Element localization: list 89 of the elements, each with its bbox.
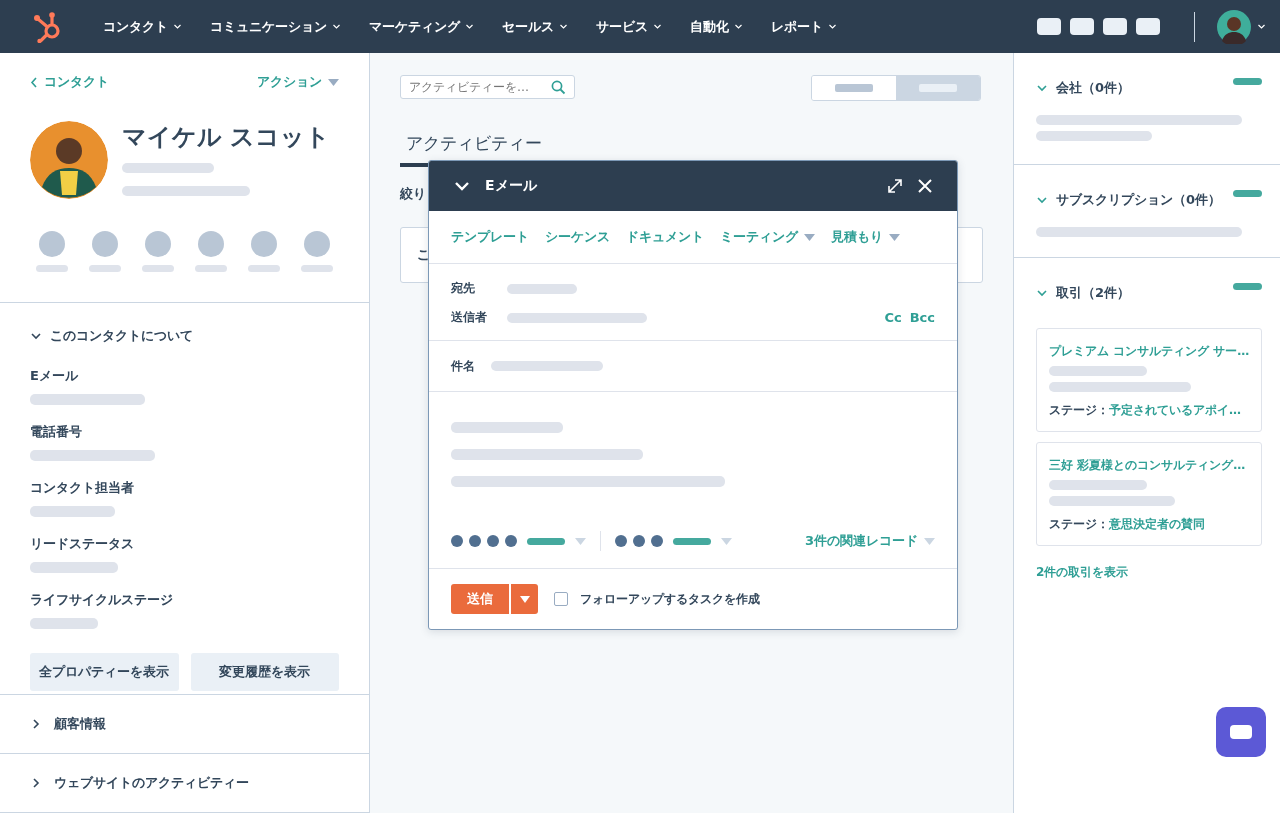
view-button[interactable]: 全プロパティーを表示 — [30, 653, 179, 691]
chevron-down-icon — [653, 22, 662, 31]
chat-button[interactable] — [1216, 707, 1266, 757]
chevron-down-icon — [559, 22, 568, 31]
section-toggle[interactable]: 会社（0件） — [1036, 79, 1131, 97]
caret-icon — [889, 233, 900, 241]
view-toggle[interactable] — [812, 76, 896, 100]
skeleton-line — [36, 265, 68, 272]
nav-menu-item[interactable]: コンタクト — [92, 17, 193, 36]
expand-icon[interactable] — [887, 178, 903, 194]
chevron-down-icon — [734, 22, 743, 31]
to-label: 宛先 — [451, 280, 476, 297]
caret-icon — [575, 537, 586, 545]
chevron-down-icon — [1036, 82, 1048, 94]
action-circle-icon[interactable] — [39, 231, 65, 257]
toolbar-icon[interactable] — [1103, 18, 1127, 35]
action-circle-icon[interactable] — [145, 231, 171, 257]
nav-menu-item[interactable]: コミュニケーション — [199, 17, 352, 36]
close-icon[interactable] — [917, 178, 933, 194]
add-pill[interactable] — [1233, 282, 1262, 290]
chevron-down-icon — [332, 22, 341, 31]
property-label: リードステータス — [30, 535, 135, 553]
chevron-down-icon — [30, 330, 42, 342]
checkbox-label: フォローアップするタスクを作成 — [580, 590, 760, 608]
chevron-down-icon — [1036, 194, 1048, 206]
skeleton-line — [507, 283, 577, 294]
format-dots-icon[interactable] — [615, 535, 663, 547]
add-pill[interactable] — [1233, 189, 1262, 197]
send-options-button[interactable] — [511, 584, 538, 614]
caret-icon — [721, 537, 732, 545]
chevron-down-icon — [173, 22, 182, 31]
skeleton-line — [248, 265, 280, 272]
property-label: ライフサイクルステージ — [30, 591, 174, 609]
chevron-down-icon — [465, 22, 474, 31]
action-circle-icon[interactable] — [92, 231, 118, 257]
nav-menu-item[interactable]: サービス — [585, 17, 673, 36]
nav-menu-item[interactable]: マーケティング — [358, 17, 485, 36]
deal-card[interactable]: 三好 彩夏様とのコンサルティング… ステージ：意思決定者の賛同 — [1036, 442, 1262, 546]
contact-name: マイケル スコット — [122, 122, 331, 153]
dialog-title: Eメール — [485, 177, 538, 195]
skeleton-line — [30, 618, 98, 629]
chevron-down-icon — [828, 22, 837, 31]
chevron-down-icon — [1036, 287, 1048, 299]
view-toggle[interactable] — [896, 76, 980, 100]
subject-label: 件名 — [451, 357, 476, 375]
skeleton-line — [89, 265, 121, 272]
avatar[interactable] — [1217, 9, 1251, 44]
toolbar-pill[interactable] — [673, 537, 711, 545]
property-label: コンタクト担当者 — [30, 479, 135, 497]
filter-label: 絞り — [400, 185, 426, 203]
toolbar-icon[interactable] — [1037, 18, 1061, 35]
add-pill[interactable] — [1233, 77, 1262, 85]
deal-stage: ステージ：予定されているアポイ… — [1049, 402, 1242, 419]
skeleton-line — [195, 265, 227, 272]
from-label: 送信者 — [451, 309, 488, 326]
chat-icon — [1229, 724, 1253, 740]
deal-stage: ステージ：意思決定者の賛同 — [1049, 516, 1206, 533]
action-circle-icon[interactable] — [251, 231, 277, 257]
action-circle-icon[interactable] — [304, 231, 330, 257]
section-toggle[interactable]: ウェブサイトのアクティビティー — [30, 774, 249, 792]
chevron-right-icon — [30, 718, 42, 730]
caret-icon — [924, 537, 935, 545]
caret-icon — [328, 78, 339, 86]
search-icon — [551, 79, 566, 95]
skeleton-line — [142, 265, 174, 272]
format-dots-icon[interactable] — [451, 535, 517, 547]
deal-card[interactable]: プレミアム コンサルティング サー… ステージ：予定されているアポイ… — [1036, 328, 1262, 432]
nav-menu-item[interactable]: セールス — [491, 17, 579, 36]
caret-icon — [804, 233, 815, 241]
section-toggle[interactable]: このコンタクトについて — [30, 327, 193, 345]
skeleton-line — [301, 265, 333, 272]
nav-menu-item[interactable]: 自動化 — [679, 17, 754, 36]
checkbox[interactable] — [554, 592, 568, 606]
toolbar-pill[interactable] — [527, 537, 565, 545]
view-button[interactable]: 変更履歴を表示 — [190, 653, 339, 691]
chevron-left-icon — [30, 76, 38, 88]
chevron-down-icon — [1257, 22, 1266, 31]
property-label: 電話番号 — [30, 423, 83, 441]
property-label: Eメール — [30, 367, 79, 385]
section-toggle[interactable]: 顧客情報 — [30, 715, 106, 733]
chevron-right-icon — [30, 777, 42, 789]
search-field[interactable]: アクティビティーを… — [400, 75, 575, 99]
nav-menu-item[interactable]: レポート — [760, 17, 848, 36]
action-circle-icon[interactable] — [198, 231, 224, 257]
toolbar-icon[interactable] — [1070, 18, 1094, 35]
section-toggle[interactable]: サブスクリプション（0件） — [1036, 191, 1222, 209]
toolbar-icon[interactable] — [1136, 18, 1160, 35]
caret-icon — [519, 595, 530, 603]
section-toggle[interactable]: 取引（2件） — [1036, 284, 1131, 302]
